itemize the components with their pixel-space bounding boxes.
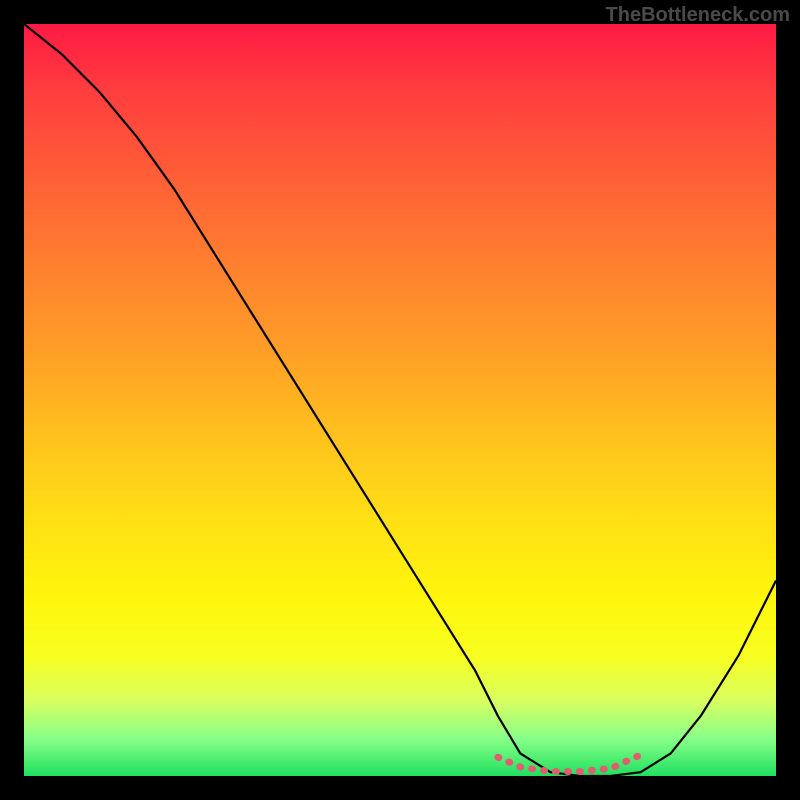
watermark-text: TheBottleneck.com xyxy=(606,4,790,27)
chart-line-highlight xyxy=(498,755,641,772)
chart-line-main xyxy=(24,24,776,776)
chart-area xyxy=(24,24,776,776)
chart-svg xyxy=(24,24,776,776)
